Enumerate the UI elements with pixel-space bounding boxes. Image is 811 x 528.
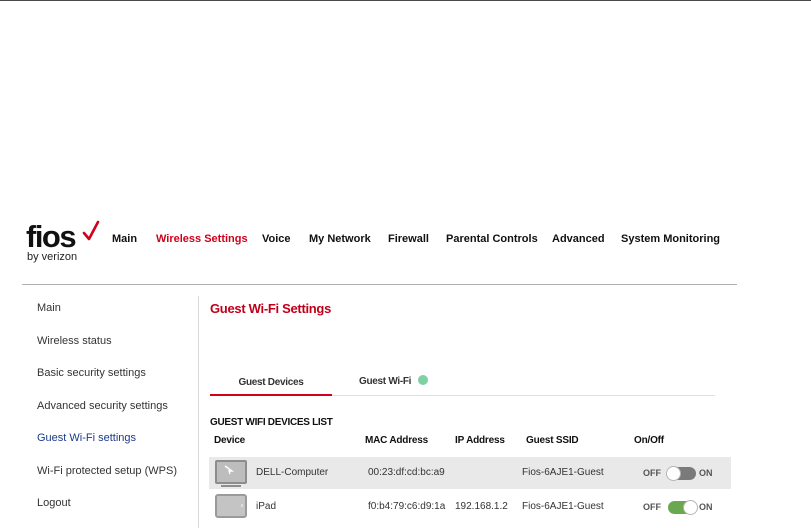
table-row: iPad f0:b4:79:c6:d9:1a 192.168.1.2 Fios-… xyxy=(209,491,731,523)
guest-ssid: Fios-6AJE1-Guest xyxy=(522,467,604,478)
toggle-knob xyxy=(683,500,698,515)
sidebar: Main Wireless status Basic security sett… xyxy=(22,296,198,528)
logo-wordmark: fios xyxy=(26,219,77,254)
toggle-switch[interactable] xyxy=(668,500,698,515)
nav-item-voice[interactable]: Voice xyxy=(262,233,291,245)
table-row: DELL-Computer 00:23:df:cd:bc:a9 Fios-6AJ… xyxy=(209,457,731,489)
toggle-on-label: ON xyxy=(699,502,713,512)
column-header-ssid: Guest SSID xyxy=(526,435,579,446)
sidebar-item-wireless-status[interactable]: Wireless status xyxy=(37,335,112,347)
tab-guest-wifi-label: Guest Wi-Fi xyxy=(359,376,412,387)
tab-bar: Guest Devices Guest Wi-Fi xyxy=(210,372,715,396)
fios-logo[interactable]: fios by verizon xyxy=(26,220,106,266)
tablet-icon xyxy=(215,494,247,518)
nav-item-parental-controls[interactable]: Parental Controls xyxy=(446,233,538,245)
ip-address: 192.168.1.2 xyxy=(455,501,508,512)
sidebar-divider xyxy=(198,296,199,528)
sidebar-item-advanced-security[interactable]: Advanced security settings xyxy=(37,400,168,412)
sidebar-item-basic-security[interactable]: Basic security settings xyxy=(37,367,146,379)
device-name: iPad xyxy=(256,501,277,512)
tab-guest-devices[interactable]: Guest Devices xyxy=(210,375,332,396)
sidebar-item-wps[interactable]: Wi-Fi protected setup (WPS) xyxy=(37,465,177,477)
column-header-mac: MAC Address xyxy=(365,435,428,446)
sidebar-item-guest-wifi[interactable]: Guest Wi-Fi settings xyxy=(37,432,136,444)
toggle-off-label: OFF xyxy=(643,502,661,512)
toggle-on-label: ON xyxy=(699,468,713,478)
top-divider xyxy=(0,0,811,1)
logo-subtitle: by verizon xyxy=(27,251,78,263)
column-header-ip: IP Address xyxy=(455,435,505,446)
nav-item-advanced[interactable]: Advanced xyxy=(552,233,605,245)
page-title: Guest Wi-Fi Settings xyxy=(210,301,331,316)
toggle-knob xyxy=(666,466,681,481)
column-header-on-off: On/Off xyxy=(634,435,664,446)
guest-ssid: Fios-6AJE1-Guest xyxy=(522,501,604,512)
device-name: DELL-Computer xyxy=(256,467,329,478)
mac-address: f0:b4:79:c6:d9:1a xyxy=(368,501,446,512)
toggle-off-label: OFF xyxy=(643,468,661,478)
toggle-switch[interactable] xyxy=(666,466,696,481)
tab-guest-wifi[interactable]: Guest Wi-Fi xyxy=(359,375,428,396)
header-divider xyxy=(22,284,737,285)
tab-guest-devices-label: Guest Devices xyxy=(238,377,304,388)
sidebar-item-logout[interactable]: Logout xyxy=(37,497,71,509)
devices-list-title: GUEST WIFI DEVICES LIST xyxy=(210,417,333,428)
checkmark-icon xyxy=(82,220,100,241)
sidebar-item-main[interactable]: Main xyxy=(37,302,61,314)
nav-item-my-network[interactable]: My Network xyxy=(309,233,371,245)
mac-address: 00:23:df:cd:bc:a9 xyxy=(368,467,445,478)
nav-item-wireless-settings[interactable]: Wireless Settings xyxy=(156,233,248,245)
nav-item-system-monitoring[interactable]: System Monitoring xyxy=(621,233,720,245)
status-dot-icon xyxy=(417,375,428,385)
column-header-device: Device xyxy=(214,435,246,446)
nav-item-firewall[interactable]: Firewall xyxy=(388,233,429,245)
computer-icon xyxy=(215,460,247,487)
cursor-icon xyxy=(224,465,234,475)
nav-item-main[interactable]: Main xyxy=(112,233,137,245)
